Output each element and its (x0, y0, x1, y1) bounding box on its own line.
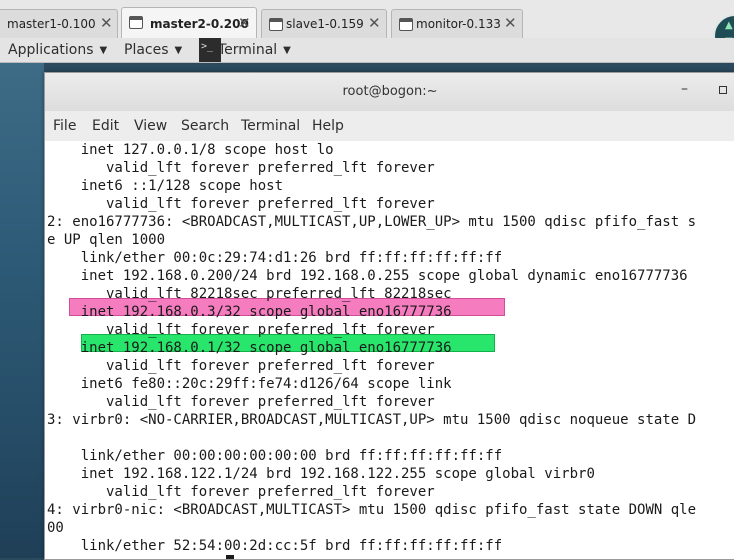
terminal-line: 4: virbr0-nic: <BROADCAST,MULTICAST> mtu… (47, 502, 697, 518)
tab-label: master2-0.200 (150, 17, 249, 31)
terminal-line: inet6 fe80::20c:29ff:fe74:d126/64 scope … (47, 376, 452, 392)
menu-view[interactable]: View (134, 118, 167, 134)
tab-monitor[interactable]: monitor-0.133 ✕ (391, 9, 523, 38)
terminal-app-label: Terminal (218, 42, 278, 58)
menu-help[interactable]: Help (312, 118, 344, 134)
tab-label: monitor-0.133 (416, 17, 501, 31)
terminal-line: valid_lft forever preferred_lft forever (47, 322, 435, 338)
places-label: Places (124, 42, 169, 58)
terminal-line: link/ether 00:0c:29:74:d1:26 brd ff:ff:f… (47, 250, 503, 266)
chevron-down-icon: ▼ (99, 45, 108, 56)
terminal-line: inet 192.168.0.200/24 brd 192.168.0.255 … (47, 268, 688, 284)
maximize-button[interactable] (719, 86, 727, 94)
menu-edit[interactable]: Edit (92, 118, 119, 134)
close-icon[interactable]: ✕ (100, 14, 113, 32)
terminal-line: e UP qlen 1000 (47, 232, 166, 248)
menu-search[interactable]: Search (181, 118, 229, 134)
terminal-line: inet6 ::1/128 scope host (47, 178, 284, 194)
terminal-icon (129, 16, 143, 29)
terminal-line: inet 192.168.122.1/24 brd 192.168.122.25… (47, 466, 595, 482)
tab-slave1[interactable]: slave1-0.159 ✕ (261, 9, 387, 38)
terminal-line: link/ether 52:54:00:2d:cc:5f brd ff:ff:f… (47, 538, 503, 554)
tab-master1[interactable]: master1-0.100 ✕ (0, 9, 118, 38)
menu-terminal[interactable]: Terminal (241, 118, 300, 134)
menu-file[interactable]: File (53, 118, 76, 134)
window-titlebar[interactable]: root@bogon:~ – (45, 73, 734, 112)
close-icon[interactable]: ✕ (238, 14, 251, 32)
applications-label: Applications (8, 42, 94, 58)
close-icon[interactable]: ✕ (504, 14, 517, 32)
terminal-line: 00 (47, 520, 64, 536)
terminal-line: valid_lft forever preferred_lft forever (47, 394, 435, 410)
top-panel: Applications ▼ Places ▼ Terminal ▼ (0, 38, 734, 63)
terminal-line: inet 127.0.0.1/8 scope host lo (47, 142, 334, 158)
tab-label: master1-0.100 (7, 17, 96, 31)
terminal-line: valid_lft forever preferred_lft forever (47, 484, 435, 500)
session-tab-bar: master1-0.100 ✕ master2-0.200 ✕ slave1-0… (0, 0, 734, 39)
terminal-line: valid_lft forever preferred_lft forever (47, 196, 435, 212)
terminal-line: 2: eno16777736: <BROADCAST,MULTICAST,UP,… (47, 214, 697, 230)
terminal-window: root@bogon:~ – File Edit View Search Ter… (44, 72, 734, 560)
minimize-button[interactable]: – (681, 81, 688, 97)
terminal-line: inet 192.168.0.1/32 scope global eno1677… (47, 340, 452, 356)
tab-label: slave1-0.159 (286, 17, 364, 31)
tab-master2[interactable]: master2-0.200 ✕ (121, 7, 257, 39)
terminal-icon (269, 18, 283, 31)
terminal-line: link/ether 00:00:00:00:00:00 brd ff:ff:f… (47, 448, 503, 464)
window-title: root@bogon:~ (342, 84, 438, 99)
terminal-icon (199, 38, 221, 62)
arrow-up-icon: ▲ (725, 20, 733, 31)
menu-bar: File Edit View Search Terminal Help (45, 111, 734, 142)
chevron-down-icon: ▼ (283, 45, 291, 56)
terminal-icon (399, 18, 413, 31)
terminal-line: valid_lft forever preferred_lft forever (47, 160, 435, 176)
applications-menu[interactable]: Applications ▼ (8, 42, 107, 58)
places-menu[interactable]: Places ▼ (124, 42, 182, 58)
terminal-output[interactable]: inet 127.0.0.1/8 scope host lo valid_lft… (45, 141, 734, 559)
close-icon[interactable]: ✕ (368, 14, 381, 32)
terminal-line: valid_lft 82218sec preferred_lft 82218se… (47, 286, 452, 302)
terminal-line: valid_lft forever preferred_lft forever (47, 358, 435, 374)
terminal-line: 3: virbr0: <NO-CARRIER,BROADCAST,MULTICA… (47, 412, 697, 428)
chevron-down-icon: ▼ (174, 45, 183, 56)
text-cursor (226, 555, 234, 559)
terminal-line: inet 192.168.0.3/32 scope global eno1677… (47, 304, 452, 320)
terminal-app-menu[interactable]: Terminal ▼ (218, 42, 291, 58)
desktop-background (0, 62, 44, 558)
